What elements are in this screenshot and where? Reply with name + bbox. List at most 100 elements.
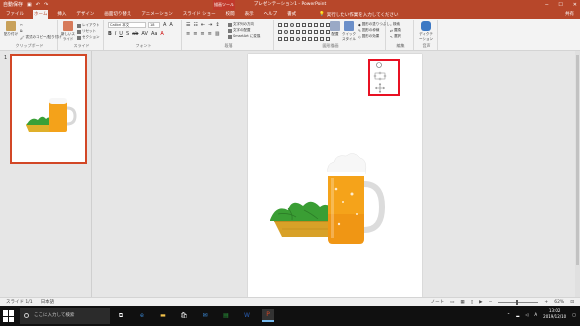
tab-design[interactable]: デザイン (75, 10, 95, 19)
change-case-icon[interactable]: Aa (151, 31, 157, 37)
network-icon[interactable]: ▂ (516, 312, 519, 317)
font-name-select[interactable]: Calibri 本文 (108, 22, 146, 28)
cut-button[interactable]: ✂ (20, 23, 23, 27)
arrange-button[interactable]: 配置 (328, 21, 342, 37)
underline-icon[interactable]: U (119, 31, 123, 37)
replace-icon: ⇄ (390, 28, 393, 33)
minimize-icon[interactable]: ─ (545, 0, 548, 10)
new-slide-label: 新しいスライド (61, 32, 75, 41)
shape-fill-button[interactable]: ◆ 図形の塗りつぶし (358, 22, 390, 27)
grow-font-icon[interactable]: A (163, 22, 166, 28)
align-center-icon[interactable]: ≡ (193, 31, 197, 37)
quick-styles-button[interactable]: クイック スタイル (342, 21, 356, 42)
justify-icon[interactable]: ≡ (208, 31, 212, 37)
replace-label: 置換 (393, 28, 401, 32)
fit-slide-icon[interactable]: ⊡ (570, 299, 574, 306)
notes-button[interactable]: ノート (431, 299, 445, 306)
shape-outline-button[interactable]: ✎ 図形の枠線 (358, 28, 379, 33)
shadow-icon[interactable]: S (126, 31, 129, 37)
reading-view-icon[interactable]: ▯ (471, 299, 473, 306)
new-slide-button[interactable]: 新しいスライド (61, 21, 75, 42)
taskbar-clock[interactable]: 13:02 2019/12/10 (543, 308, 566, 320)
shapes-gallery[interactable] (278, 23, 330, 43)
tab-insert[interactable]: 挿入 (56, 10, 67, 19)
edge-icon[interactable]: e (136, 309, 148, 322)
layout-button[interactable]: レイアウト (77, 23, 100, 28)
mail-icon[interactable]: ✉ (199, 309, 211, 322)
slide-thumbnail[interactable] (10, 54, 87, 164)
bullets-icon[interactable]: ☰ (186, 22, 190, 28)
columns-icon[interactable]: ▥ (215, 31, 220, 37)
maximize-icon[interactable]: ☐ (558, 0, 562, 10)
word-icon[interactable]: W (241, 309, 253, 322)
reset-button[interactable]: リセット (77, 29, 96, 34)
microphone-icon (421, 21, 431, 31)
bold-icon[interactable]: B (108, 31, 112, 37)
strikethrough-icon[interactable]: ab (132, 31, 138, 37)
font-color-icon[interactable]: A (160, 31, 163, 37)
line-spacing-icon[interactable]: ↕ (215, 22, 219, 28)
copy-button[interactable]: ⧉ (20, 29, 23, 33)
align-left-icon[interactable]: ≡ (186, 31, 190, 37)
replace-button[interactable]: ⇄ 置換 (390, 28, 401, 33)
notifications-icon[interactable]: ▢ (572, 312, 576, 317)
language-indicator[interactable]: 日本語 (41, 299, 55, 306)
vertical-scrollbar[interactable] (575, 51, 580, 297)
taskbar-search-box[interactable]: ここに入力して検索 (20, 308, 110, 324)
select-button[interactable]: ↖ 選択 (390, 34, 401, 39)
normal-view-icon[interactable]: ▭ (450, 299, 454, 306)
increase-indent-icon[interactable]: ⇥ (208, 22, 212, 28)
tell-me-box[interactable]: 💡 実行したい作業を入力してください (319, 12, 398, 18)
numbering-icon[interactable]: ☷ (193, 22, 197, 28)
zoom-level[interactable]: 62% (554, 299, 564, 306)
find-button[interactable]: ⌕ 検索 (390, 22, 400, 27)
tab-home[interactable]: ホーム (33, 10, 49, 19)
dictate-button[interactable]: ディクテーション (419, 21, 433, 42)
tab-transitions[interactable]: 画面切り替え (103, 10, 132, 19)
tab-format[interactable]: 書式 (286, 10, 297, 19)
format-painter-button[interactable]: 🖌 書式のコピー/貼り付け (20, 35, 62, 40)
chevron-up-icon[interactable]: ⌃ (507, 312, 510, 317)
decrease-indent-icon[interactable]: ⇤ (201, 22, 205, 28)
task-view-icon[interactable]: ⧉ (115, 309, 127, 322)
file-explorer-icon[interactable]: ▬ (157, 309, 169, 322)
font-size-select[interactable]: 18 (148, 22, 160, 28)
tab-animations[interactable]: アニメーション (140, 10, 173, 19)
powerpoint-icon[interactable]: P (262, 309, 274, 322)
tab-file[interactable]: ファイル (5, 10, 25, 19)
paste-button[interactable]: 貼り付け (4, 21, 18, 37)
status-bar: スライド 1/1 日本語 ノート ▭ ▦ ▯ ▶ − + 62% ⊡ (0, 297, 580, 306)
shrink-font-icon[interactable]: A (169, 22, 172, 28)
align-buttons-row: ≡ ≡ ≡ ≡ ▥ (186, 31, 220, 37)
close-icon[interactable]: ✕ (573, 0, 577, 10)
store-icon[interactable]: 🛍 (178, 309, 190, 322)
format-painter-label: 書式のコピー/貼り付け (25, 35, 62, 39)
brush-icon: 🖌 (20, 35, 25, 40)
share-button[interactable]: 共有 (565, 10, 574, 19)
volume-icon[interactable]: ◁ (525, 312, 528, 317)
tab-view[interactable]: 表示 (244, 10, 255, 19)
slide-sorter-icon[interactable]: ▦ (460, 299, 464, 306)
tab-review[interactable]: 校閲 (225, 10, 236, 19)
text-direction-button[interactable]: 文字列の方向 (228, 22, 254, 27)
windows-start-icon[interactable] (3, 310, 15, 322)
smartart-button[interactable]: SmartArt に変換 (228, 34, 260, 39)
align-right-icon[interactable]: ≡ (200, 31, 204, 37)
tab-slideshow[interactable]: スライド ショー (182, 10, 217, 19)
shape-effects-button[interactable]: ◇ 図形の効果 (358, 34, 379, 39)
zoom-slider[interactable] (498, 300, 539, 305)
italic-icon[interactable]: I (115, 31, 116, 37)
search-icon: ⌕ (390, 22, 392, 27)
zoom-out-icon[interactable]: − (489, 299, 493, 306)
section-button[interactable]: セクション (77, 35, 100, 40)
scrollbar-thumb[interactable] (576, 55, 579, 265)
ime-icon[interactable]: A (534, 312, 537, 317)
slideshow-icon[interactable]: ▶ (479, 299, 482, 306)
zoom-in-icon[interactable]: + (544, 299, 548, 306)
char-spacing-icon[interactable]: AV (141, 31, 148, 37)
clock-date: 2019/12/10 (543, 314, 567, 319)
paste-label: 貼り付け (4, 32, 18, 36)
tab-help[interactable]: ヘルプ (263, 10, 279, 19)
excel-icon[interactable]: ▤ (220, 309, 232, 322)
align-text-button[interactable]: 文字の配置 (228, 28, 251, 33)
